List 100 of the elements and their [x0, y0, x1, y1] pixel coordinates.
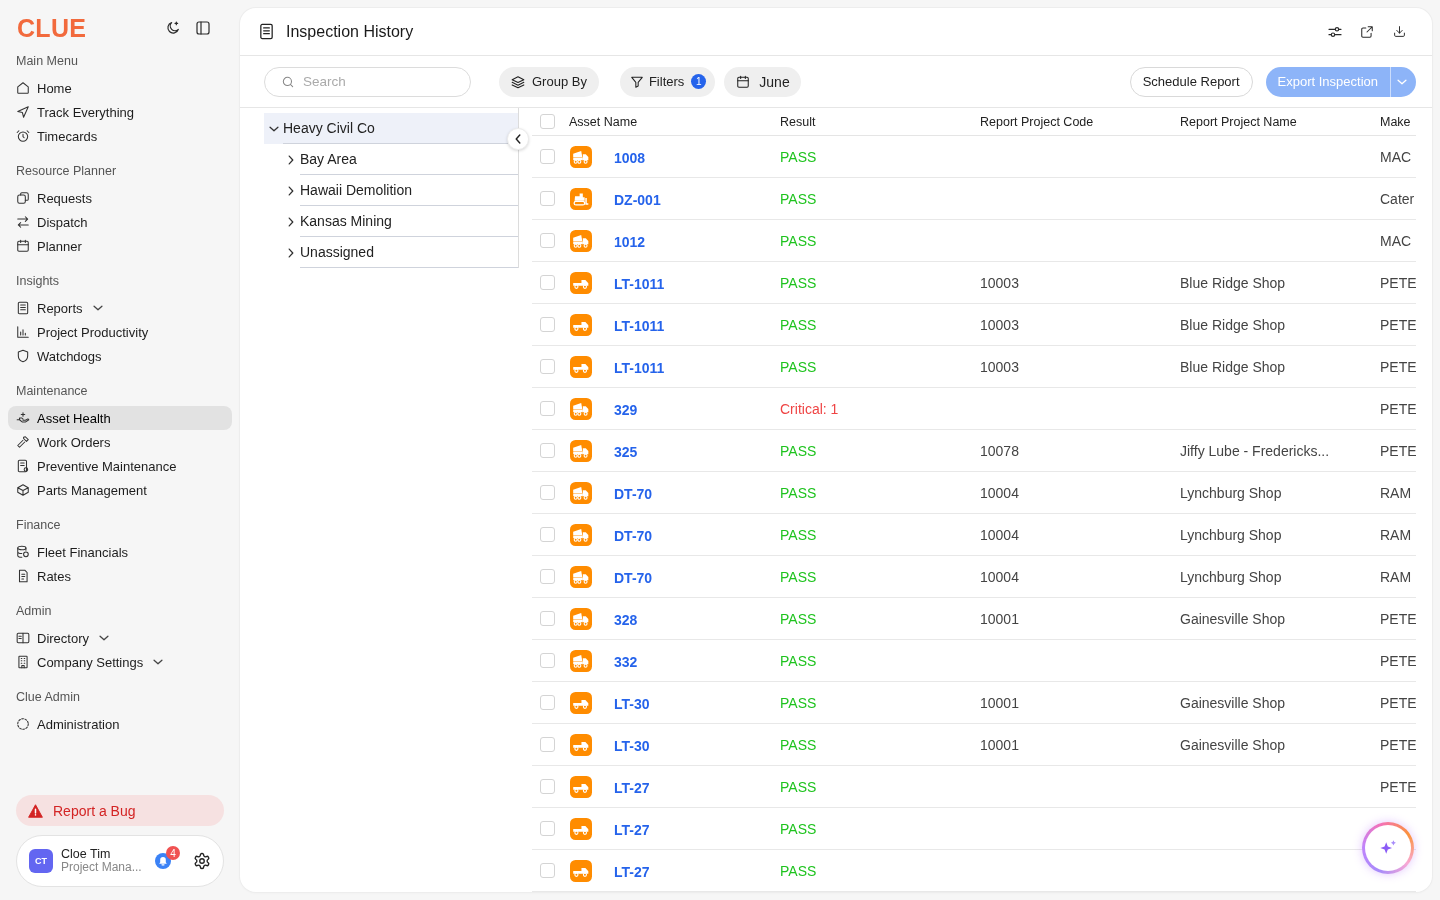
chevron-right-icon[interactable] [288, 216, 294, 227]
tree-item[interactable]: Hawaii Demolition [264, 175, 518, 206]
sidebar-item[interactable]: Watchdogs [8, 344, 232, 368]
row-checkbox[interactable] [540, 737, 555, 752]
sidebar-item[interactable]: Directory [8, 626, 232, 650]
row-checkbox[interactable] [540, 779, 555, 794]
asset-link[interactable]: LT-1011 [614, 273, 665, 292]
result-status: PASS [780, 148, 817, 165]
sidebar-item[interactable]: Home [8, 76, 232, 100]
row-checkbox[interactable] [540, 653, 555, 668]
row-checkbox[interactable] [540, 821, 555, 836]
asset-link[interactable]: 332 [614, 651, 638, 670]
row-checkbox[interactable] [540, 233, 555, 248]
tree-item[interactable]: Heavy Civil Co [264, 113, 518, 144]
month-button[interactable]: June [724, 66, 801, 97]
sidebar-toggle-button[interactable] [195, 20, 211, 36]
pickup-truck-icon [570, 271, 592, 294]
chevron-right-icon[interactable] [288, 154, 294, 165]
sidebar-item[interactable]: Parts Management [8, 478, 232, 502]
sidebar-item[interactable]: Work Orders [8, 430, 232, 454]
select-all-checkbox[interactable] [540, 114, 555, 129]
section-heading: Insights [15, 273, 60, 290]
tree-item[interactable]: Kansas Mining [264, 206, 518, 237]
row-checkbox[interactable] [540, 443, 555, 458]
dump-truck-icon [570, 229, 592, 252]
asset-link[interactable]: DZ-001 [614, 189, 661, 208]
sidebar-item[interactable]: Administration [8, 712, 232, 736]
sidebar-item[interactable]: Dispatch [8, 210, 232, 234]
settings-icon[interactable] [193, 852, 211, 870]
document-icon [258, 23, 275, 40]
column-header: Asset Name [569, 114, 638, 129]
sidebar-item[interactable]: Fleet Financials [8, 540, 232, 564]
sidebar-item[interactable]: Requests [8, 186, 232, 210]
sidebar-item[interactable]: Planner [8, 234, 232, 258]
sidebar-item[interactable]: Track Everything [8, 100, 232, 124]
asset-link[interactable]: DT-70 [614, 567, 653, 586]
dump-truck-icon [570, 439, 592, 462]
asset-link[interactable]: LT-1011 [614, 357, 665, 376]
asset-link[interactable]: LT-27 [614, 777, 650, 796]
dump-truck-icon [570, 649, 592, 672]
filters-button[interactable]: Filters 1 [619, 66, 716, 97]
chevron-down-icon[interactable] [269, 125, 279, 132]
sidebar-item[interactable]: Company Settings [8, 650, 232, 674]
sidebar-item[interactable]: Preventive Maintenance [8, 454, 232, 478]
sidebar-item[interactable]: Project Productivity [8, 320, 232, 344]
chevron-right-icon[interactable] [288, 247, 294, 258]
asset-link[interactable]: 328 [614, 609, 638, 628]
dump-truck-icon [570, 145, 592, 168]
make-name: PETE [1380, 400, 1417, 417]
user-avatar[interactable]: CT [29, 849, 53, 873]
row-checkbox[interactable] [540, 359, 555, 374]
row-checkbox[interactable] [540, 149, 555, 164]
row-checkbox[interactable] [540, 569, 555, 584]
schedule-report-button[interactable]: Schedule Report [1129, 66, 1253, 97]
asset-link[interactable]: DT-70 [614, 525, 653, 544]
sidebar-item[interactable]: Rates [8, 564, 232, 588]
download-icon [1392, 25, 1406, 38]
row-checkbox[interactable] [540, 485, 555, 500]
asset-link[interactable]: LT-30 [614, 693, 650, 712]
sidebar-item[interactable]: Reports [8, 296, 232, 320]
chevron-down-icon [1397, 78, 1407, 85]
asset-link[interactable]: 1012 [614, 231, 646, 250]
section-heading: Clue Admin [15, 689, 80, 706]
row-checkbox[interactable] [540, 527, 555, 542]
search-field[interactable]: Search [264, 66, 471, 97]
report-bug-button[interactable]: Report a Bug [16, 795, 224, 826]
chevron-right-icon[interactable] [288, 185, 294, 196]
asset-link[interactable]: LT-30 [614, 735, 650, 754]
project-code: 10078 [980, 442, 1019, 459]
make-name: RAM [1380, 568, 1412, 585]
sidebar-item[interactable]: Asset Health [8, 406, 232, 430]
chevron-left-icon [515, 134, 521, 144]
theme-button[interactable] [165, 20, 181, 36]
row-checkbox[interactable] [540, 317, 555, 332]
asset-link[interactable]: LT-1011 [614, 315, 665, 334]
row-checkbox[interactable] [540, 275, 555, 290]
tree-item[interactable]: Unassigned [264, 237, 518, 268]
make-name: PETE [1380, 274, 1417, 291]
bell-icon[interactable] [155, 853, 171, 869]
asset-link[interactable]: 325 [614, 441, 638, 460]
asset-link[interactable]: DT-70 [614, 483, 653, 502]
asset-link[interactable]: 329 [614, 399, 638, 418]
asset-link[interactable]: LT-27 [614, 819, 650, 838]
layers-icon [511, 74, 525, 89]
group-by-button[interactable]: Group By [499, 66, 599, 97]
export-menu-button[interactable] [1390, 66, 1416, 97]
asset-link[interactable]: LT-27 [614, 861, 650, 880]
collapse-button[interactable] [507, 128, 529, 150]
sidebar-item[interactable]: Timecards [8, 124, 232, 148]
row-checkbox[interactable] [540, 695, 555, 710]
make-name: PETE [1380, 694, 1417, 711]
result-status: PASS [780, 820, 817, 837]
calendar-icon [16, 239, 30, 253]
row-checkbox[interactable] [540, 401, 555, 416]
make-name: PETE [1380, 610, 1417, 627]
row-checkbox[interactable] [540, 611, 555, 626]
row-checkbox[interactable] [540, 191, 555, 206]
asset-link[interactable]: 1008 [614, 147, 646, 166]
row-checkbox[interactable] [540, 863, 555, 878]
pickup-truck-icon [570, 355, 592, 378]
